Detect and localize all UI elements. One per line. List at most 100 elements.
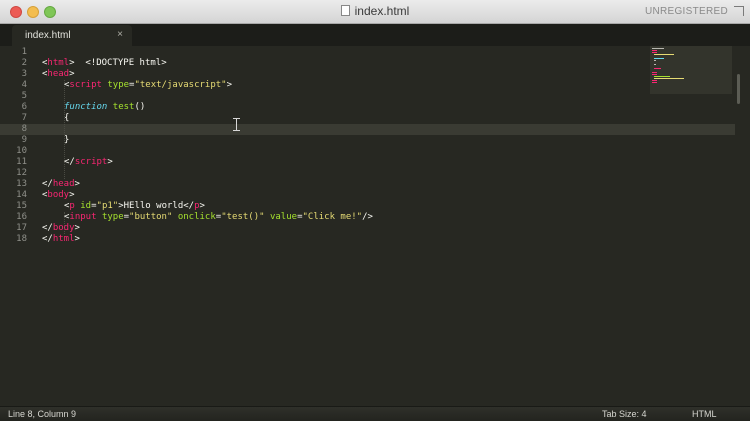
tag-name: head [52, 179, 75, 189]
line-number: 9 [21, 135, 27, 145]
tag-name: input [69, 212, 97, 222]
attribute-name: id [80, 201, 92, 211]
attribute-value: "test()" [221, 212, 265, 222]
bracket: > [226, 80, 233, 90]
minimap-line [654, 78, 684, 79]
line-number: 6 [21, 102, 27, 112]
bracket: > [69, 190, 75, 200]
tag-name: script [74, 157, 108, 167]
bracket: > [69, 58, 75, 68]
line-number: 5 [21, 91, 27, 101]
tag-name: html [52, 234, 75, 244]
code-line-1: <!DOCTYPE html> [42, 47, 166, 68]
bracket: > [199, 201, 205, 211]
element-text: >HEllo world</ [118, 201, 195, 211]
minimap-line [654, 68, 661, 69]
minimap-line [654, 76, 670, 77]
attribute-value: "text/javascript" [134, 80, 227, 90]
window-title-text: index.html [354, 4, 410, 18]
registration-status: UNREGISTERED [644, 6, 728, 17]
code-line-11: </script> [64, 157, 113, 168]
line-number: 16 [16, 212, 27, 222]
attribute-name: value [269, 212, 298, 222]
bracket: > [107, 157, 113, 167]
minimap[interactable] [650, 46, 732, 94]
code-line-3: <head> [42, 69, 75, 80]
bracket: </ [42, 223, 53, 233]
code-line-13: </head> [42, 179, 80, 190]
tag-name: script [69, 80, 102, 90]
bracket: </ [42, 234, 53, 244]
code-line-18: </html> [42, 234, 80, 245]
close-brace: } [64, 135, 70, 145]
code-text[interactable]: <!DOCTYPE html> <html> <head> <script ty… [42, 46, 642, 406]
line-number-gutter: 1 2 3 4 5 6 7 8 9 10 11 12 13 14 15 16 1… [0, 46, 34, 406]
attribute-value: "p1" [96, 201, 119, 211]
bracket: > [69, 69, 75, 79]
editor-window: index.html UNREGISTERED index.html × 1 2… [0, 0, 750, 421]
attribute-value: "button" [129, 212, 173, 222]
line-number: 1 [21, 47, 27, 57]
minimap-line [654, 58, 664, 59]
editor-area[interactable]: 1 2 3 4 5 6 7 8 9 10 11 12 13 14 15 16 1… [0, 46, 742, 406]
tag-name: html [47, 58, 70, 68]
title-bar: index.html UNREGISTERED [0, 0, 750, 24]
code-line-16: <input type="button" onclick="test()" va… [64, 212, 373, 223]
line-number: 17 [16, 223, 27, 233]
tag-name: p [69, 201, 75, 211]
code-line-7: { [64, 113, 69, 124]
code-line-6: function test() [64, 102, 145, 113]
bracket: </ [64, 157, 75, 167]
attribute-name: type [101, 212, 124, 222]
line-number: 15 [16, 201, 27, 211]
minimap-line [654, 54, 674, 55]
code-line-4: <script type="text/javascript"> [64, 80, 232, 91]
line-number: 10 [16, 146, 27, 156]
minimap-line [652, 50, 657, 51]
status-bar: Line 8, Column 9 Tab Size: 4 HTML [0, 406, 750, 421]
window-title: index.html [0, 4, 750, 18]
code-line-15: <p id="p1">HEllo world</p> [64, 201, 205, 212]
minimap-line [654, 64, 656, 65]
text-cursor-icon [233, 118, 240, 131]
parentheses: () [134, 102, 146, 112]
tab-label: index.html [25, 30, 71, 41]
syntax-selector[interactable]: HTML [692, 409, 717, 419]
line-number: 3 [21, 69, 27, 79]
line-number: 11 [16, 157, 27, 167]
tab-close-icon[interactable]: × [117, 29, 123, 40]
doctype: <!DOCTYPE html> [85, 58, 167, 68]
attribute-name: type [107, 80, 130, 90]
bracket: > [74, 234, 80, 244]
attribute-value: "Click me!" [302, 212, 363, 222]
minimap-line [652, 52, 657, 53]
minimap-line [652, 72, 657, 73]
tag-name: body [47, 190, 70, 200]
minimap-line [652, 82, 657, 83]
line-number: 7 [21, 113, 27, 123]
code-line-9: } [64, 135, 69, 146]
keyword: function [64, 102, 108, 112]
minimap-line [652, 48, 664, 49]
tab-bar: index.html × [0, 24, 750, 46]
code-line-14: <body> [42, 190, 75, 201]
scrollbar-thumb[interactable] [737, 74, 740, 104]
function-name: test [112, 102, 135, 112]
bracket: /> [362, 212, 373, 222]
line-number: 18 [16, 234, 27, 244]
line-number: 2 [21, 58, 27, 68]
tab-index-html[interactable]: index.html × [12, 25, 132, 46]
attribute-name: onclick [177, 212, 216, 222]
bracket: > [74, 223, 80, 233]
tab-size-selector[interactable]: Tab Size: 4 [602, 409, 647, 419]
line-number: 4 [21, 80, 27, 90]
line-number: 12 [16, 168, 27, 178]
bracket: </ [42, 179, 53, 189]
line-number: 14 [16, 190, 27, 200]
tag-name: body [52, 223, 75, 233]
line-number: 8 [21, 124, 27, 134]
tag-name: head [47, 69, 70, 79]
document-icon [340, 5, 350, 16]
minimap-line [654, 60, 656, 61]
fullscreen-icon[interactable] [734, 6, 744, 16]
